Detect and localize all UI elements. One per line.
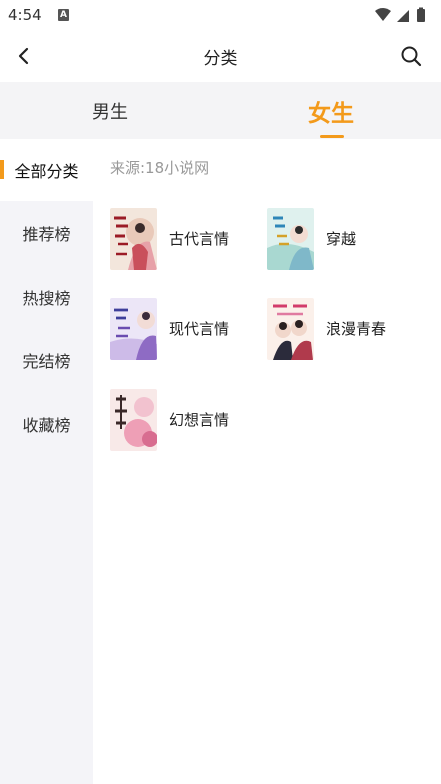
book-cover xyxy=(110,208,157,270)
sidebar-item-recommended[interactable]: 推荐榜 xyxy=(0,202,93,264)
book-cover xyxy=(110,298,157,360)
book-cover xyxy=(267,298,314,360)
category-label: 幻想言情 xyxy=(169,411,230,429)
category-card-ancient-romance[interactable]: 古代言情 xyxy=(110,208,260,272)
top-bar: 分类 xyxy=(0,30,441,82)
signal-icon xyxy=(397,10,409,22)
notification-icon: A xyxy=(58,9,69,21)
sidebar-item-completed[interactable]: 完结榜 xyxy=(0,329,93,391)
category-label: 穿越 xyxy=(326,230,357,248)
system-status-icons xyxy=(375,7,425,22)
battery-icon xyxy=(417,9,425,22)
category-card-modern-romance[interactable]: 现代言情 xyxy=(110,298,260,362)
sidebar-item-hot-search[interactable]: 热搜榜 xyxy=(0,266,93,328)
category-label: 现代言情 xyxy=(169,320,230,338)
status-time: 4:54 xyxy=(8,6,42,24)
category-card-youth-romance[interactable]: 浪漫青春 xyxy=(267,298,417,362)
category-card-fantasy-romance[interactable]: 幻想言情 xyxy=(110,389,260,453)
book-cover xyxy=(110,389,157,451)
category-label: 浪漫青春 xyxy=(326,320,387,338)
gender-tabs: 男生 女生 xyxy=(0,82,441,139)
page-title: 分类 xyxy=(203,49,238,69)
sidebar-active-indicator xyxy=(0,160,4,179)
book-cover xyxy=(267,208,314,270)
category-sidebar: 全部分类 推荐榜 热搜榜 完结榜 收藏榜 xyxy=(0,139,93,784)
sidebar-item-all-categories[interactable]: 全部分类 xyxy=(0,139,93,201)
category-card-time-travel[interactable]: 穿越 xyxy=(267,208,417,272)
search-button[interactable] xyxy=(397,42,425,70)
wifi-icon xyxy=(375,8,391,21)
tab-male[interactable]: 男生 xyxy=(0,82,220,139)
tab-female[interactable]: 女生 xyxy=(221,82,441,139)
category-label: 古代言情 xyxy=(169,230,230,248)
active-tab-indicator xyxy=(320,135,344,138)
search-icon xyxy=(401,46,422,67)
status-bar: 4:54 A xyxy=(0,0,441,30)
source-label: 来源:18小说网 xyxy=(110,159,210,177)
sidebar-item-favorites[interactable]: 收藏榜 xyxy=(0,393,93,455)
